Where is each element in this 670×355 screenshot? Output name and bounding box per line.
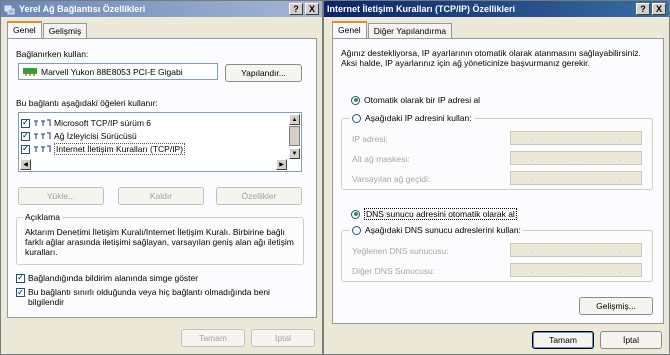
close-button[interactable]: X: [305, 3, 319, 15]
ip-address-label: IP adresi:: [352, 134, 388, 144]
scroll-right-icon[interactable]: ▶: [276, 159, 287, 170]
scroll-down-icon[interactable]: ▼: [289, 148, 300, 159]
dns-auto-option[interactable]: DNS sunucu adresini otomatik olarak al: [351, 208, 517, 220]
help-button[interactable]: ?: [636, 3, 650, 15]
close-button[interactable]: X: [652, 3, 666, 15]
preferred-dns-label: Yeğlenen DNS sunucusu:: [352, 246, 449, 256]
tab-alternate-configuration[interactable]: Diğer Yapılandırma: [367, 23, 453, 38]
network-adapter-icon: [23, 68, 37, 76]
manual-dns-group: Aşağıdaki DNS sunucu adreslerini kullan:…: [341, 225, 653, 282]
notify-option[interactable]: ✓ Bu bağlantı sınırlı olduğunda veya hiç…: [16, 287, 306, 307]
protocol-icon: [34, 132, 51, 139]
list-item[interactable]: ✓ Internet İletişim Kuralları (TCP/IP): [21, 143, 186, 155]
adapter-name: Marvell Yukon 88E8053 PCI-E Gigabi: [41, 66, 183, 77]
uninstall-button[interactable]: Kaldır: [118, 187, 204, 205]
properties-button[interactable]: Özellikler: [216, 187, 302, 205]
scroll-up-icon[interactable]: ▲: [289, 114, 300, 125]
list-item[interactable]: ✓ Ağ İzleyicisi Sürücüsü: [21, 130, 137, 142]
local-area-connection-properties-window: Yerel Ağ Bağlantısı Özellikleri ? X Gene…: [0, 0, 323, 355]
show-icon-option[interactable]: ✓ Bağlandığında bildirim alanında simge …: [16, 273, 198, 283]
scrollbar-thumb[interactable]: [289, 126, 300, 146]
list-item[interactable]: ✓ Microsoft TCP/IP sürüm 6: [21, 117, 151, 129]
ok-button[interactable]: Tamam: [532, 331, 594, 349]
protocol-icon: [34, 145, 51, 152]
ip-auto-option[interactable]: Otomatik olarak bir IP adresi al: [351, 95, 480, 105]
subnet-mask-field[interactable]: ...: [510, 151, 642, 165]
alternate-dns-field[interactable]: ...: [510, 263, 642, 277]
show-icon-checkbox[interactable]: ✓: [16, 273, 25, 283]
help-button[interactable]: ?: [289, 3, 303, 15]
left-window-title: Yerel Ağ Bağlantısı Özellikleri: [19, 4, 146, 14]
description-text: Aktarım Denetimi İletişim Kuralı/Interne…: [25, 227, 294, 257]
ip-auto-radio[interactable]: [351, 95, 360, 105]
components-list[interactable]: ✓ Microsoft TCP/IP sürüm 6 ✓ Ağ İzleyici…: [18, 112, 302, 172]
install-button[interactable]: Yükle...: [18, 187, 104, 205]
protocol-icon: [34, 119, 51, 126]
ip-manual-option[interactable]: Aşağıdaki IP adresini kullan:: [350, 113, 474, 123]
tab-general[interactable]: Genel: [7, 21, 42, 38]
cancel-button[interactable]: İptal: [251, 329, 315, 347]
component-checkbox[interactable]: ✓: [21, 118, 30, 128]
components-label: Bu bağlantı aşağıdaki öğeleri kullanır:: [16, 98, 158, 108]
dns-manual-option[interactable]: Aşağıdaki DNS sunucu adreslerini kullan:: [350, 225, 523, 235]
tcpip-properties-window: Internet İletişim Kuralları (TCP/IP) Öze…: [323, 0, 670, 355]
ip-address-field[interactable]: ...: [510, 131, 642, 145]
cancel-button[interactable]: İptal: [600, 331, 662, 349]
notify-checkbox[interactable]: ✓: [16, 288, 25, 297]
tab-general[interactable]: Genel: [332, 21, 367, 38]
connect-using-label: Bağlanırken kullan:: [16, 49, 89, 59]
component-checkbox[interactable]: ✓: [21, 131, 30, 141]
dns-manual-radio[interactable]: [352, 225, 361, 235]
left-title-bar[interactable]: Yerel Ağ Bağlantısı Özellikleri ? X: [1, 1, 322, 17]
dns-auto-radio[interactable]: [351, 209, 360, 219]
tab-advanced[interactable]: Gelişmiş: [42, 23, 88, 38]
tcpip-general-panel: Ağınız destekliyorsa, IP ayarlarının oto…: [332, 38, 664, 324]
network-connection-icon: [4, 5, 15, 14]
subnet-mask-label: Alt ağ maskesi:: [352, 154, 410, 164]
manual-ip-group: Aşağıdaki IP adresini kullan: IP adresi:…: [341, 113, 653, 190]
description-legend: Açıklama: [23, 212, 62, 222]
right-title-bar[interactable]: Internet İletişim Kuralları (TCP/IP) Öze…: [324, 1, 669, 17]
ok-button[interactable]: Tamam: [181, 329, 245, 347]
scroll-left-icon[interactable]: ◀: [20, 159, 31, 170]
default-gateway-label: Varsayılan ağ geçidi:: [352, 174, 431, 184]
intro-text: Ağınız destekliyorsa, IP ayarlarının oto…: [341, 48, 641, 68]
configure-button[interactable]: Yapılandır...: [225, 64, 302, 82]
adapter-field: Marvell Yukon 88E8053 PCI-E Gigabi: [18, 63, 218, 80]
advanced-button[interactable]: Gelişmiş...: [579, 297, 653, 315]
preferred-dns-field[interactable]: ...: [510, 243, 642, 257]
general-tab-panel: Bağlanırken kullan: Marvell Yukon 88E805…: [7, 38, 317, 318]
default-gateway-field[interactable]: ...: [510, 171, 642, 185]
component-checkbox[interactable]: ✓: [21, 144, 30, 154]
description-group: Açıklama Aktarım Denetimi İletişim Kural…: [16, 212, 304, 265]
right-window-title: Internet İletişim Kuralları (TCP/IP) Öze…: [327, 4, 516, 14]
alternate-dns-label: Diğer DNS Sunucusu:: [352, 266, 436, 276]
ip-manual-radio[interactable]: [352, 113, 361, 123]
